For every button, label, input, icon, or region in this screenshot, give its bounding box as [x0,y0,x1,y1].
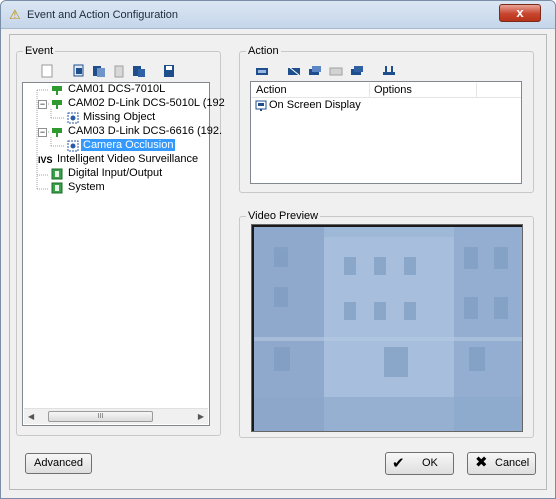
list-item[interactable]: On Screen Display [253,99,519,113]
title-bar[interactable]: ⚠ Event and Action Configuration x [1,1,555,29]
add-action-icon[interactable] [254,63,270,79]
scroll-left-icon[interactable]: ◀ [28,412,34,421]
checkmark-icon: ✔ [392,455,405,472]
cross-icon: ✖ [475,454,488,471]
event-icon [67,140,79,152]
cancel-button[interactable]: ✖ Cancel [467,452,536,475]
camera-icon [52,100,62,109]
action-name: On Screen Display [269,99,361,111]
video-preview-label: Video Preview [246,210,321,222]
advanced-button[interactable]: Advanced [25,453,92,474]
tree-item-camera-occlusion[interactable]: Camera Occlusion [23,139,209,153]
close-button[interactable]: x [499,4,541,22]
move-icon[interactable] [131,63,147,79]
tree-item-label: CAM03 D-Link DCS-6616 (192. [68,125,223,137]
event-tree[interactable]: CAM01 DCS-7010L − CAM02 D-Link DCS-5010L… [22,82,225,426]
event-toolbar [39,63,177,79]
tree-item-digital-io[interactable]: Digital Input/Output [23,167,209,181]
scroll-thumb[interactable]: III [48,411,153,422]
tree-item-label: CAM01 DCS-7010L [68,83,166,95]
scroll-right-icon[interactable]: ▶ [198,412,204,421]
event-group-label: Event [23,45,56,57]
copy-action-icon[interactable] [307,63,323,79]
copy-icon[interactable] [71,63,87,79]
action-toolbar [254,63,397,79]
delete-icon[interactable] [111,63,127,79]
paste-action-icon[interactable] [349,63,365,79]
camera-icon [52,128,62,137]
window-title: Event and Action Configuration [27,9,179,21]
column-separator[interactable] [369,83,370,97]
system-icon [51,182,63,194]
occluded-scene-image [254,227,522,431]
tree-horizontal-scrollbar[interactable]: ◀ III ▶ [24,408,208,424]
tree-item-system[interactable]: System [23,181,209,195]
action-list[interactable]: Action Options On Screen Display [250,81,522,184]
tree-item-label: Intelligent Video Surveillance [57,153,199,165]
tree-item-cam01[interactable]: CAM01 DCS-7010L [23,83,209,97]
paste-icon[interactable] [91,63,107,79]
io-icon [51,168,63,180]
edit-action-icon[interactable] [286,63,302,79]
tree-item-label: System [68,181,105,193]
column-separator[interactable] [476,83,477,97]
test-action-icon[interactable] [381,63,397,79]
tree-item-ivs[interactable]: IVS Intelligent Video Surveillance [23,153,209,167]
tree-item-label: Missing Object [83,111,156,123]
action-group-label: Action [246,45,281,57]
cancel-label: Cancel [495,457,530,469]
tree-item-label: Digital Input/Output [68,167,163,179]
tree-item-label: CAM02 D-Link DCS-5010L (192 [68,97,225,109]
tree-item-label-selected: Camera Occlusion [81,139,176,151]
column-header-options[interactable]: Options [374,84,412,96]
osd-icon [255,100,267,111]
collapse-icon[interactable]: − [38,100,47,109]
ivs-icon: IVS [38,155,53,165]
warning-app-icon: ⚠ [9,7,21,22]
ok-label: OK [422,457,438,469]
event-icon [67,112,79,124]
action-list-header: Action Options [251,82,521,98]
video-preview-frame [251,224,523,432]
new-icon[interactable] [39,63,55,79]
camera-icon [52,86,62,95]
collapse-icon[interactable]: − [38,128,47,137]
tree-item-cam02[interactable]: − CAM02 D-Link DCS-5010L (192 [23,97,225,111]
ok-button[interactable]: ✔ OK [385,452,454,475]
save-icon[interactable] [161,63,177,79]
column-header-action[interactable]: Action [256,84,287,96]
tree-item-missing-object[interactable]: Missing Object [23,111,209,125]
event-action-config-window: ⚠ Event and Action Configuration x Event [0,0,556,499]
video-preview-image [254,227,522,431]
delete-action-icon[interactable] [328,63,344,79]
tree-item-cam03[interactable]: − CAM03 D-Link DCS-6616 (192. [23,125,222,139]
